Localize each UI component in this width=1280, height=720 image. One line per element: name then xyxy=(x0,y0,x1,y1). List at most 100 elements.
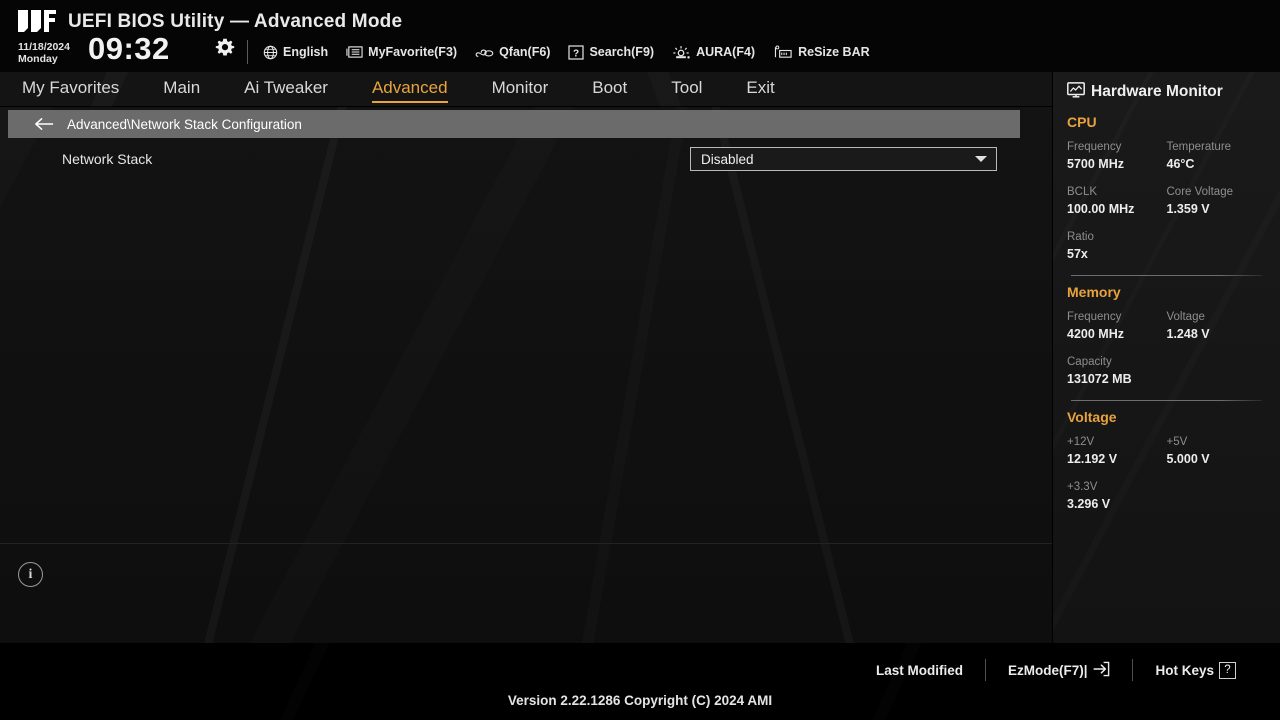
exit-arrow-icon xyxy=(1092,661,1110,680)
memory-voltage-value: 1.248 V xyxy=(1166,327,1210,341)
voltage-5v-value: 5.000 V xyxy=(1166,452,1210,466)
memory-row-1: Frequency 4200 MHz Voltage 1.248 V xyxy=(1067,310,1266,342)
tab-monitor[interactable]: Monitor xyxy=(492,78,549,100)
tab-exit[interactable]: Exit xyxy=(746,78,774,100)
question-box-icon: ? xyxy=(568,44,585,60)
cpu-temperature-value: 46°C xyxy=(1166,157,1195,171)
main-content: Advanced\Network Stack Configuration Net… xyxy=(0,107,1052,643)
last-modified-label: Last Modified xyxy=(875,662,963,678)
ezmode-button[interactable]: EzMode(F7)| xyxy=(986,661,1133,680)
cpu-frequency: Frequency 5700 MHz xyxy=(1067,140,1167,172)
header-toolbar: English MyFavorite(F3) Qfan(F6) ? Search… xyxy=(263,40,870,64)
tab-main[interactable]: Main xyxy=(163,78,200,100)
voltage-row-2: +3.3V 3.296 V xyxy=(1067,480,1266,512)
cpu-frequency-label: Frequency xyxy=(1067,141,1122,153)
cpu-row-1: Frequency 5700 MHz Temperature 46°C xyxy=(1067,140,1266,172)
clock-display: 09:32 xyxy=(88,31,170,66)
network-stack-dropdown[interactable]: Disabled xyxy=(690,147,997,171)
weekday-value: Monday xyxy=(18,53,58,65)
tab-tool[interactable]: Tool xyxy=(671,78,702,100)
memory-voltage-label: Voltage xyxy=(1166,311,1205,323)
cpu-temperature-label: Temperature xyxy=(1166,141,1232,153)
sidebar-divider-1 xyxy=(1071,275,1262,276)
info-icon[interactable]: i xyxy=(18,562,43,587)
last-modified-button[interactable]: Last Modified xyxy=(854,663,985,678)
aura-label: AURA(F4) xyxy=(696,45,756,59)
footer-bar: Last Modified EzMode(F7)| Hot Keys ? Ver… xyxy=(0,643,1280,720)
cpu-ratio-label: Ratio xyxy=(1067,231,1094,243)
qfan-button[interactable]: Qfan(F6) xyxy=(475,45,550,60)
cpu-bclk-value: 100.00 MHz xyxy=(1067,202,1135,216)
tab-advanced[interactable]: Advanced xyxy=(371,78,448,103)
cpu-ratio-value: 57x xyxy=(1067,247,1088,261)
cpu-core-voltage-value: 1.359 V xyxy=(1166,202,1210,216)
voltage-12v-label: +12V xyxy=(1067,436,1095,448)
cpu-core-voltage-label: Core Voltage xyxy=(1166,186,1234,198)
cpu-bclk: BCLK 100.00 MHz xyxy=(1067,185,1167,217)
hardware-monitor-panel: Hardware Monitor CPU Frequency 5700 MHz … xyxy=(1053,72,1280,643)
gear-icon[interactable] xyxy=(215,38,235,58)
hardware-monitor-header: Hardware Monitor xyxy=(1067,72,1266,106)
tab-my-favorites[interactable]: My Favorites xyxy=(22,78,119,100)
hotkeys-key-badge: ? xyxy=(1219,661,1236,679)
setting-row-network-stack: Network Stack Disabled xyxy=(0,145,1052,177)
content-divider xyxy=(0,543,1052,544)
memory-capacity: Capacity 131072 MB xyxy=(1067,355,1167,387)
memory-capacity-value: 131072 MB xyxy=(1067,372,1132,386)
tab-boot[interactable]: Boot xyxy=(592,78,627,100)
version-text: Version 2.22.1286 Copyright (C) 2024 AMI xyxy=(507,693,773,708)
myfavorite-label: MyFavorite(F3) xyxy=(368,45,458,59)
globe-icon xyxy=(263,45,278,60)
memory-capacity-label: Capacity xyxy=(1067,356,1112,368)
setting-label: Network Stack xyxy=(62,151,153,167)
monitor-icon xyxy=(1067,81,1085,103)
tab-ai-tweaker[interactable]: Ai Tweaker xyxy=(244,78,328,100)
tuf-gaming-logo-icon xyxy=(16,8,58,34)
voltage-3-3v: +3.3V 3.296 V xyxy=(1067,480,1167,512)
main-navigation: My Favorites Main Ai Tweaker Advanced Mo… xyxy=(0,72,1052,107)
search-button[interactable]: ? Search(F9) xyxy=(568,44,655,60)
memory-frequency-value: 4200 MHz xyxy=(1067,327,1124,341)
voltage-5v-label: +5V xyxy=(1166,436,1188,448)
cpu-row-2: BCLK 100.00 MHz Core Voltage 1.359 V xyxy=(1067,185,1266,217)
breadcrumb-path: Advanced\Network Stack Configuration xyxy=(67,116,302,132)
search-label: Search(F9) xyxy=(589,45,655,59)
page-title: UEFI BIOS Utility — Advanced Mode xyxy=(68,11,403,32)
cpu-temperature: Temperature 46°C xyxy=(1167,140,1267,172)
cpu-core-voltage: Core Voltage 1.359 V xyxy=(1167,185,1267,217)
memory-voltage: Voltage 1.248 V xyxy=(1167,310,1267,342)
sidebar-divider-2 xyxy=(1071,400,1262,401)
section-title-cpu: CPU xyxy=(1067,114,1097,130)
qfan-icon xyxy=(475,45,494,60)
myfavorite-button[interactable]: MyFavorite(F3) xyxy=(346,45,457,59)
memory-frequency-label: Frequency xyxy=(1067,311,1122,323)
language-label: English xyxy=(283,45,329,59)
resize-bar-button[interactable]: ReSize BAR xyxy=(773,45,870,60)
voltage-12v: +12V 12.192 V xyxy=(1067,435,1167,467)
resize-bar-icon xyxy=(773,45,793,60)
svg-text:?: ? xyxy=(573,48,579,59)
myfavorite-icon xyxy=(346,45,363,59)
aura-button[interactable]: AURA(F4) xyxy=(672,45,755,60)
footer-actions: Last Modified EzMode(F7)| Hot Keys ? xyxy=(854,659,1258,681)
date-value: 11/18/2024 xyxy=(18,41,70,53)
voltage-row-1: +12V 12.192 V +5V 5.000 V xyxy=(1067,435,1266,467)
back-arrow-icon[interactable] xyxy=(34,117,55,131)
qfan-label: Qfan(F6) xyxy=(499,45,551,59)
chevron-down-icon xyxy=(975,156,987,162)
hardware-monitor-title: Hardware Monitor xyxy=(1091,83,1223,100)
cpu-ratio: Ratio 57x xyxy=(1067,230,1167,262)
resize-bar-label: ReSize BAR xyxy=(798,45,870,59)
hotkeys-button[interactable]: Hot Keys ? xyxy=(1133,661,1258,679)
cpu-row-3: Ratio 57x xyxy=(1067,230,1266,262)
section-title-voltage: Voltage xyxy=(1067,409,1117,425)
voltage-3-3v-value: 3.296 V xyxy=(1067,497,1111,511)
memory-frequency: Frequency 4200 MHz xyxy=(1067,310,1167,342)
cpu-frequency-value: 5700 MHz xyxy=(1067,157,1124,171)
voltage-12v-value: 12.192 V xyxy=(1067,452,1118,466)
breadcrumb[interactable]: Advanced\Network Stack Configuration xyxy=(8,110,1020,138)
hotkeys-label: Hot Keys xyxy=(1155,662,1214,678)
language-button[interactable]: English xyxy=(263,45,328,60)
memory-row-2: Capacity 131072 MB xyxy=(1067,355,1266,387)
voltage-3-3v-label: +3.3V xyxy=(1067,481,1098,493)
